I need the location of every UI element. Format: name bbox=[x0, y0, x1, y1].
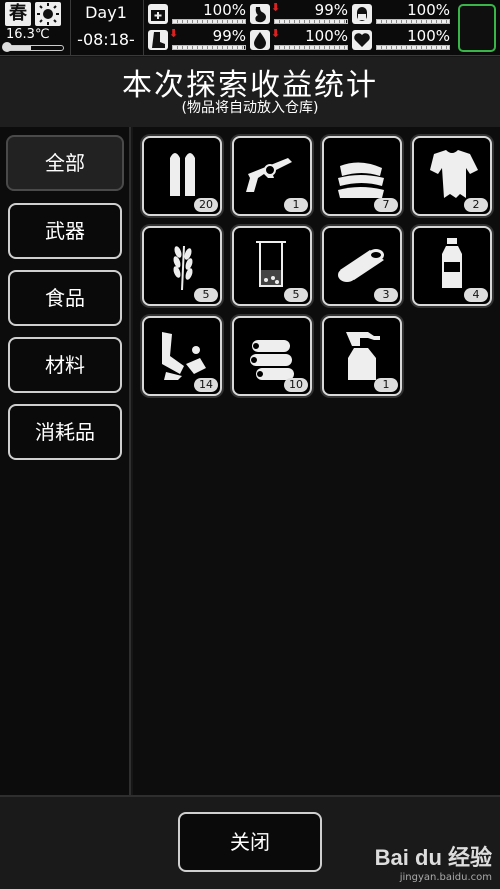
sun-icon bbox=[35, 2, 61, 26]
vital-stat-value: 100% bbox=[407, 27, 450, 45]
divider bbox=[143, 0, 144, 56]
item-count-badge: 7 bbox=[374, 198, 398, 212]
vital-stat-bar bbox=[172, 19, 246, 24]
vital-stat: ⬇ 99% bbox=[148, 28, 248, 52]
item-count-badge: 20 bbox=[194, 198, 218, 212]
category-tab-weapons[interactable]: 武器 bbox=[8, 203, 122, 259]
beaker-icon bbox=[256, 241, 286, 287]
canned-food-icon bbox=[338, 249, 384, 282]
loot-item[interactable]: 1 bbox=[322, 316, 402, 396]
loot-item[interactable]: 14 bbox=[142, 316, 222, 396]
heart-icon bbox=[352, 30, 372, 50]
close-button[interactable]: 关闭 bbox=[178, 812, 322, 872]
temperature-bar bbox=[4, 45, 64, 51]
watermark-brand: Bai du 经验 bbox=[374, 845, 492, 870]
torn-shirt-icon bbox=[430, 150, 478, 198]
loot-item[interactable]: 10 bbox=[232, 316, 312, 396]
clock-readout: -08:18- bbox=[77, 30, 135, 49]
scrap-parts-icon bbox=[162, 332, 206, 380]
capsule-icon bbox=[352, 4, 372, 24]
temperature-readout: 16.3℃ bbox=[6, 27, 50, 42]
category-tab-all[interactable]: 全部 bbox=[6, 135, 124, 191]
item-count-badge: 3 bbox=[374, 288, 398, 302]
watermark: Bai du 经验 jingyan.baidu.com bbox=[375, 840, 492, 883]
medkit-icon bbox=[148, 4, 168, 24]
item-count-badge: 5 bbox=[194, 288, 218, 302]
category-sidebar: 全部 武器 食品 材料 消耗品 bbox=[0, 127, 131, 795]
page-subtitle: (物品将自动放入仓库) bbox=[181, 100, 319, 116]
item-grid: 20 1 7 2 5 5 3 4 14 10 1 bbox=[133, 127, 500, 795]
revolver-icon bbox=[246, 158, 292, 192]
vital-stat-value: 99% bbox=[314, 1, 348, 19]
item-count-badge: 1 bbox=[284, 198, 308, 212]
vital-stat-bar bbox=[172, 45, 246, 50]
trend-down-icon: ⬇ bbox=[271, 1, 281, 14]
wood-logs-icon bbox=[250, 340, 294, 380]
category-tab-consumables[interactable]: 消耗品 bbox=[8, 404, 122, 460]
day-counter: Day1 bbox=[85, 3, 127, 22]
item-count-badge: 1 bbox=[374, 378, 398, 392]
wheat-icon bbox=[173, 245, 193, 291]
item-count-badge: 4 bbox=[464, 288, 488, 302]
bullets-icon bbox=[170, 153, 195, 196]
stomach-icon bbox=[250, 4, 270, 24]
water-bottle-icon bbox=[442, 238, 462, 288]
item-count-badge: 14 bbox=[194, 378, 218, 392]
loot-item[interactable]: 4 bbox=[412, 226, 492, 306]
water-drop-icon bbox=[250, 30, 270, 50]
vital-stat-bar bbox=[376, 19, 450, 24]
trend-down-icon: ⬇ bbox=[169, 27, 179, 40]
category-tab-food[interactable]: 食品 bbox=[8, 270, 122, 326]
status-bar: 春 16.3℃ Day1 -08:18- 100% ⬇ 99% 100% ⬇ 99% ⬇ 10… bbox=[0, 0, 500, 56]
vital-stat-bar bbox=[376, 45, 450, 50]
vital-stat: 100% bbox=[352, 28, 452, 52]
vital-stat-value: 100% bbox=[407, 1, 450, 19]
loot-item[interactable]: 2 bbox=[412, 136, 492, 216]
item-count-badge: 10 bbox=[284, 378, 308, 392]
spray-bottle-icon bbox=[346, 332, 380, 380]
loot-item[interactable]: 7 bbox=[322, 136, 402, 216]
vital-stat-bar bbox=[274, 19, 348, 24]
vital-stat-value: 99% bbox=[212, 27, 246, 45]
vital-stat-bar bbox=[274, 45, 348, 50]
divider bbox=[70, 0, 71, 56]
loot-item[interactable]: 3 bbox=[322, 226, 402, 306]
watermark-url: jingyan.baidu.com bbox=[399, 872, 492, 883]
season-badge: 春 bbox=[5, 2, 31, 26]
vital-stat: 100% bbox=[148, 2, 248, 26]
loot-item[interactable]: 20 bbox=[142, 136, 222, 216]
boot-icon bbox=[148, 30, 168, 50]
loot-item[interactable]: 5 bbox=[142, 226, 222, 306]
vital-stat: ⬇ 100% bbox=[250, 28, 350, 52]
cloth-pile-icon bbox=[338, 162, 384, 198]
loot-item[interactable]: 1 bbox=[232, 136, 312, 216]
vital-stat-value: 100% bbox=[203, 1, 246, 19]
vital-stat: 100% bbox=[352, 2, 452, 26]
thermometer-icon bbox=[2, 42, 12, 52]
vital-stat-value: 100% bbox=[305, 27, 348, 45]
item-count-badge: 5 bbox=[284, 288, 308, 302]
vital-stat: ⬇ 99% bbox=[250, 2, 350, 26]
equipment-slot[interactable] bbox=[458, 4, 496, 52]
trend-down-icon: ⬇ bbox=[271, 27, 281, 40]
category-tab-materials[interactable]: 材料 bbox=[8, 337, 122, 393]
loot-item[interactable]: 5 bbox=[232, 226, 312, 306]
item-count-badge: 2 bbox=[464, 198, 488, 212]
